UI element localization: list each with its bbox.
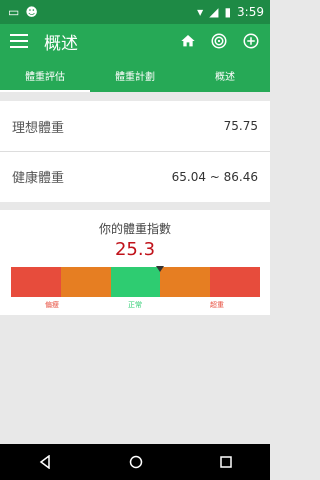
signal-icon: ◢ — [209, 5, 219, 19]
bmi-value: 25.3 — [114, 239, 156, 260]
bmi-card: 你的體重指數 25.3 偏瘦 正常 超重 — [0, 210, 270, 315]
status-time: 3:59 — [237, 5, 264, 19]
healthy-weight-row: 健康體重 65.04 ~ 86.46 — [0, 151, 270, 201]
bmi-segment — [110, 267, 161, 297]
healthy-weight-label: 健康體重 — [12, 171, 65, 186]
weight-card: 理想體重 75.75 健康體重 65.04 ~ 86.46 — [0, 101, 270, 202]
bmi-segment — [160, 267, 211, 297]
home-icon[interactable] — [180, 33, 196, 49]
android-icon: ☻ — [25, 5, 38, 19]
bmi-scale-bar — [11, 267, 260, 297]
scale-label-overweight: 超重 — [210, 301, 224, 309]
healthy-weight-value: 65.04 ~ 86.46 — [171, 169, 258, 184]
bmi-segment — [60, 267, 111, 297]
wifi-icon: ▾ — [197, 5, 204, 19]
battery-icon: ▮ — [224, 5, 232, 19]
tab-overview[interactable]: 概述 — [180, 58, 270, 92]
system-nav-bar — [0, 444, 270, 480]
app-bar: 概述 — [0, 24, 270, 58]
menu-icon[interactable] — [10, 34, 28, 48]
target-icon[interactable] — [210, 32, 228, 50]
notification-icon: ▭ — [8, 5, 20, 19]
scale-label-underweight: 偏瘦 — [45, 301, 59, 309]
bmi-segment — [11, 267, 61, 297]
add-circle-icon[interactable] — [242, 32, 260, 50]
home-nav-icon[interactable] — [129, 455, 143, 469]
bmi-title: 你的體重指數 — [98, 222, 171, 236]
tab-weight-plan[interactable]: 體重計劃 — [90, 58, 180, 92]
scale-label-normal: 正常 — [128, 301, 142, 309]
app-title: 概述 — [44, 33, 78, 54]
tab-weight-assessment[interactable]: 體重評估 — [0, 58, 90, 92]
tab-bar: 體重評估 體重計劃 概述 — [0, 58, 270, 92]
back-icon[interactable] — [38, 455, 52, 469]
ideal-weight-label: 理想體重 — [12, 120, 65, 136]
bmi-segment — [210, 267, 260, 297]
ideal-weight-row: 理想體重 75.75 — [0, 101, 270, 151]
status-bar: ▭ ☻ ▾ ◢ ▮ 3:59 — [0, 0, 270, 24]
bmi-pointer — [156, 266, 165, 272]
recents-icon[interactable] — [219, 456, 232, 468]
ideal-weight-value: 75.75 — [223, 119, 258, 133]
